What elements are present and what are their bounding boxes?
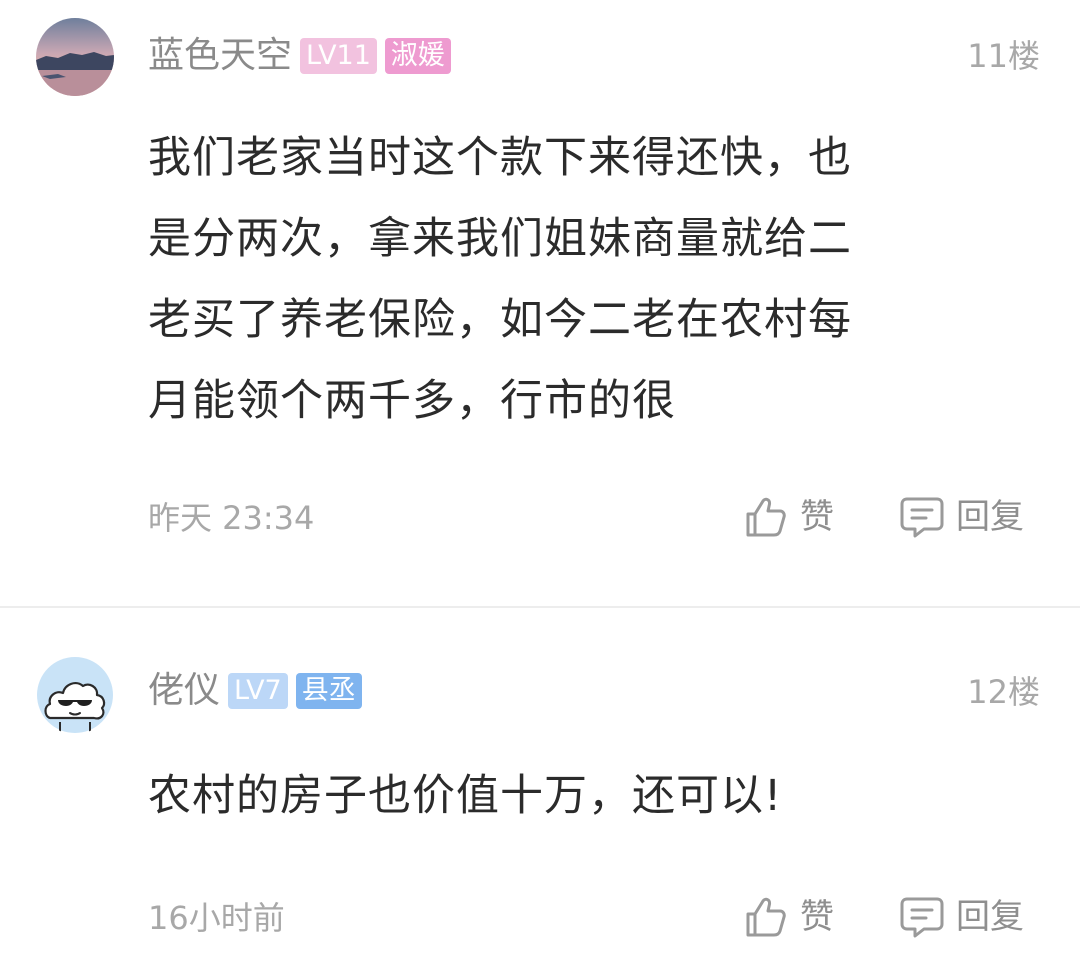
reply-label: 回复	[956, 497, 1024, 537]
level-badge: LV7	[228, 673, 288, 709]
comment-time: 昨天 23:34	[148, 499, 315, 537]
sunset-landscape-icon	[36, 18, 114, 96]
like-button[interactable]: 赞	[742, 492, 834, 542]
thumbs-up-icon	[746, 497, 786, 537]
user-avatar[interactable]	[36, 656, 114, 734]
comment-item: 佬仪 LV7 县丞 12楼 农村的房子也价值十万，还可以! 16小时前 赞 回复	[0, 608, 1080, 965]
username[interactable]: 蓝色天空	[148, 34, 292, 78]
thumbs-up-icon	[746, 897, 786, 937]
user-info-row: 蓝色天空 LV11 淑媛	[148, 34, 451, 78]
content-line: 月能领个两千多，行市的很	[148, 376, 676, 426]
reply-button[interactable]: 回复	[898, 492, 1024, 542]
comment-content: 我们老家当时这个款下来得还快，也 是分两次，拿来我们姐妹商量就给二 老买了养老保…	[148, 118, 978, 442]
comment-item: 蓝色天空 LV11 淑媛 11楼 我们老家当时这个款下来得还快，也 是分两次，拿…	[0, 0, 1080, 606]
user-avatar[interactable]	[36, 18, 114, 96]
floor-number: 11楼	[967, 37, 1040, 75]
comment-time: 16小时前	[148, 899, 285, 937]
like-label: 赞	[800, 497, 834, 537]
reply-button[interactable]: 回复	[898, 892, 1024, 942]
content-line: 农村的房子也价值十万，还可以!	[148, 771, 783, 821]
like-button[interactable]: 赞	[742, 892, 834, 942]
cloud-sunglasses-icon	[37, 657, 113, 733]
comment-bubble-icon	[900, 497, 944, 538]
content-line: 我们老家当时这个款下来得还快，也	[148, 133, 852, 183]
floor-number: 12楼	[967, 673, 1040, 711]
level-badge: LV11	[300, 38, 377, 74]
title-badge: 县丞	[295, 673, 362, 709]
reply-label: 回复	[956, 897, 1024, 937]
like-label: 赞	[800, 897, 834, 937]
content-line: 是分两次，拿来我们姐妹商量就给二	[148, 214, 852, 264]
user-info-row: 佬仪 LV7 县丞	[148, 669, 362, 713]
comment-content: 农村的房子也价值十万，还可以!	[148, 756, 978, 836]
title-badge: 淑媛	[384, 38, 451, 74]
content-line: 老买了养老保险，如今二老在农村每	[148, 295, 852, 345]
username[interactable]: 佬仪	[148, 669, 220, 713]
comment-bubble-icon	[900, 897, 944, 938]
